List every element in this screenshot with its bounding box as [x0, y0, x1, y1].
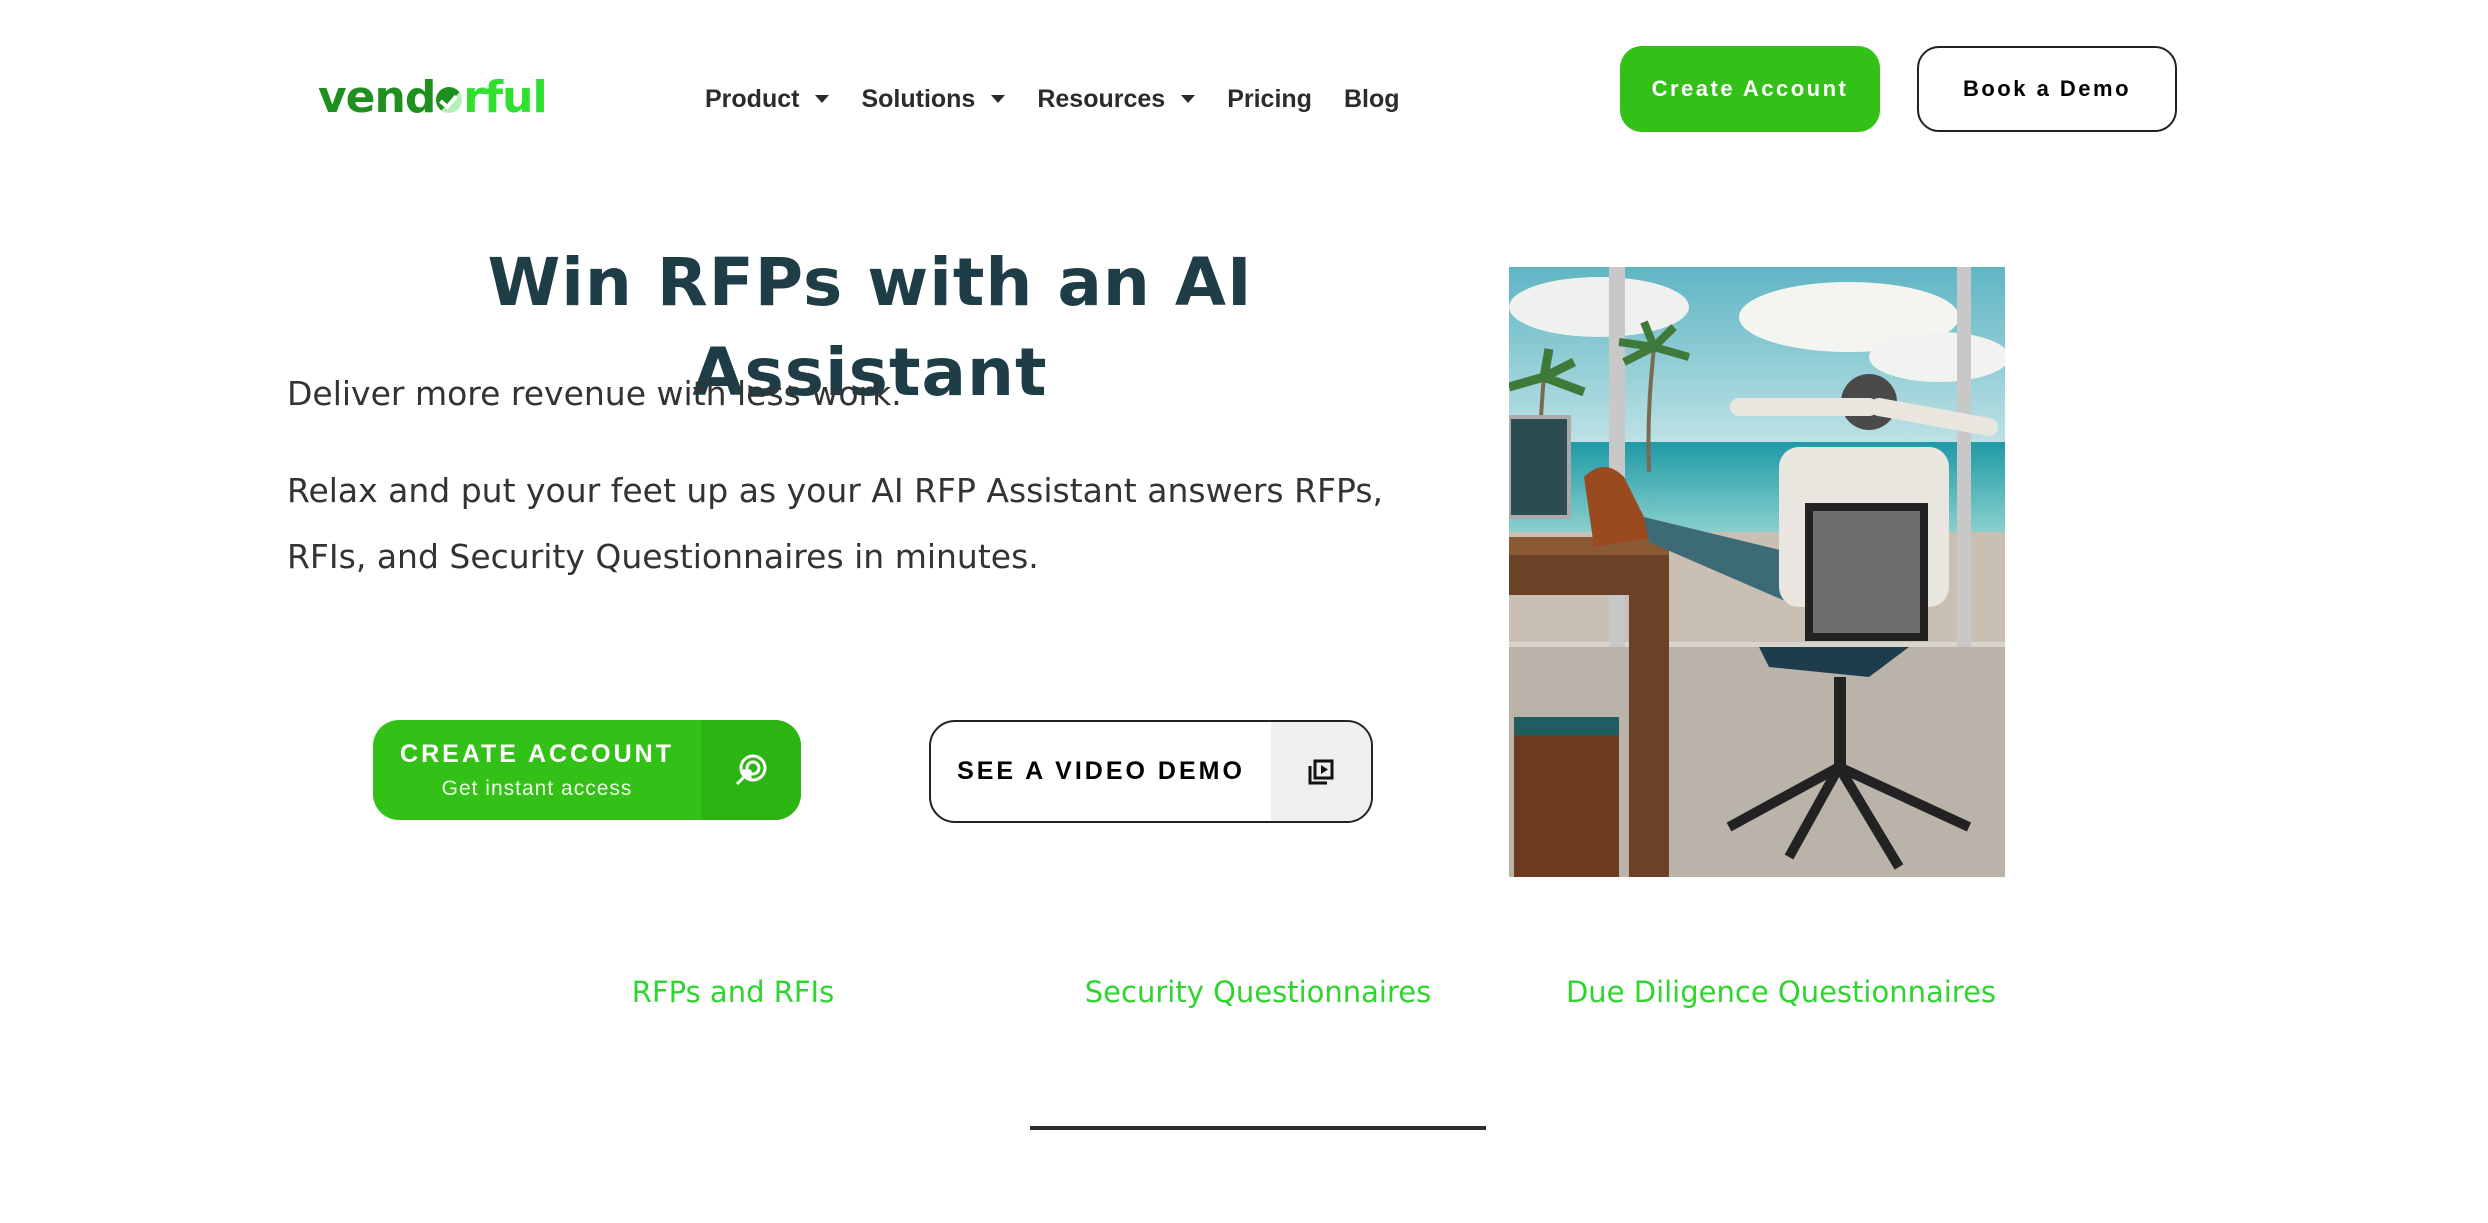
caret-down-icon	[991, 95, 1006, 103]
logo-text-light: rful	[463, 72, 547, 123]
create-account-cta-button[interactable]: CREATE ACCOUNT Get instant access	[373, 720, 801, 820]
header-create-account-button[interactable]: Create Account	[1620, 46, 1880, 132]
hero-paragraph-line: RFIs, and Security Questionnaires in min…	[287, 537, 1039, 576]
tab-rfps-and-rfis[interactable]: RFPs and RFIs	[632, 975, 834, 1009]
book-demo-button[interactable]: Book a Demo	[1917, 46, 2177, 132]
tab-security-questionnaires[interactable]: Security Questionnaires	[1085, 975, 1431, 1009]
nav-label: Blog	[1343, 84, 1400, 113]
click-target-icon	[701, 720, 801, 820]
video-demo-button[interactable]: SEE A VIDEO DEMO	[929, 720, 1373, 823]
cta-subtitle: Get instant access	[441, 776, 633, 800]
logo-text-dark: vend	[318, 72, 436, 123]
nav-item-solutions[interactable]: Solutions	[861, 84, 1006, 114]
nav-item-pricing[interactable]: Pricing	[1227, 85, 1312, 114]
nav-label: Resources	[1037, 84, 1166, 113]
hero-paragraph-line: Relax and put your feet up as your AI RF…	[287, 471, 1384, 510]
nav-label: Pricing	[1227, 84, 1312, 113]
hero-subtitle: Deliver more revenue with less work.	[287, 374, 902, 413]
video-library-icon	[1271, 722, 1371, 821]
nav-item-blog[interactable]: Blog	[1344, 85, 1400, 114]
caret-down-icon	[815, 95, 830, 103]
cta-text: CREATE ACCOUNT Get instant access	[373, 720, 701, 820]
vendorful-logo[interactable]: vend rful	[318, 70, 548, 126]
caret-down-icon	[1181, 95, 1196, 103]
nav-label: Product	[705, 84, 800, 113]
nav-item-resources[interactable]: Resources	[1037, 84, 1196, 114]
tab-due-diligence-questionnaires[interactable]: Due Diligence Questionnaires	[1566, 975, 1996, 1009]
cta-title: CREATE ACCOUNT	[400, 739, 674, 768]
checkmark-icon	[436, 87, 463, 113]
nav-item-product[interactable]: Product	[705, 84, 830, 114]
main-nav: Product Solutions Resources Pricing Blog	[705, 80, 1432, 118]
active-tab-indicator	[1030, 1126, 1486, 1130]
video-demo-label: SEE A VIDEO DEMO	[957, 757, 1245, 785]
hero-image	[1509, 267, 2005, 877]
nav-label: Solutions	[861, 84, 976, 113]
hero-paragraph: Relax and put your feet up as your AI RF…	[287, 458, 1437, 590]
